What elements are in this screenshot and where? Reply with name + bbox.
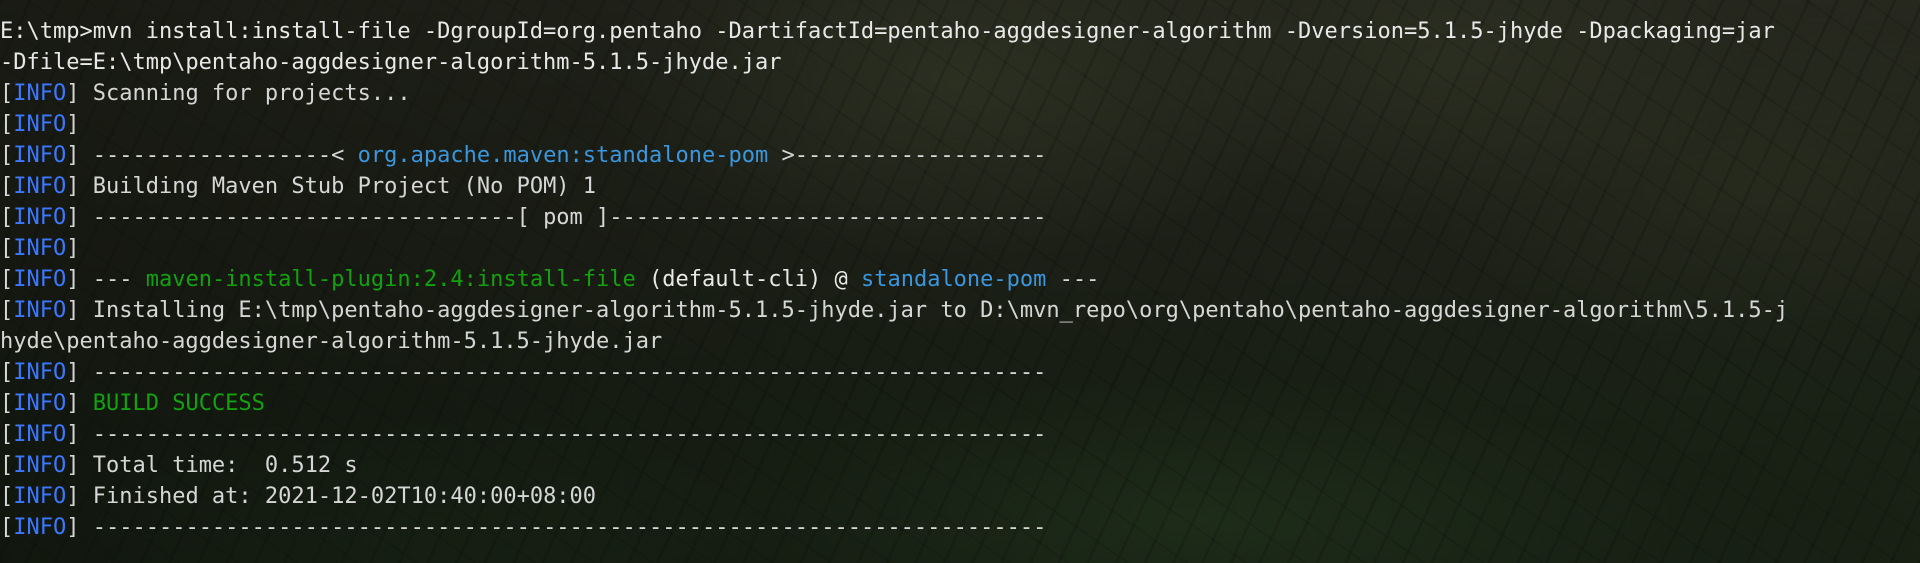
log-text: Finished at: 2021-12-02T10:40:00+08:00 [79,484,597,509]
info-tag: INFO [13,422,67,447]
bracket-close: ] [66,174,80,199]
log-text: --------------------------------[ pom ]-… [79,205,1047,230]
separator-left: ------------------< [79,143,358,168]
log-line-dashes: [INFO] ---------------------------------… [0,512,1920,543]
log-line-total-time: [INFO] Total time: 0.512 s [0,450,1920,481]
info-tag: INFO [13,81,67,106]
log-text: ----------------------------------------… [79,422,1047,447]
log-line-installing-continuation: hyde\pentaho-aggdesigner-algorithm-5.1.5… [0,329,663,354]
bracket-close: ] [66,205,80,230]
bracket-close: ] [66,267,80,292]
bracket-close: ] [66,298,80,323]
bracket-close: ] [66,81,80,106]
terminal-output[interactable]: E:\tmp>mvn install:install-file -DgroupI… [0,0,1920,563]
log-line-build-success: [INFO] BUILD SUCCESS [0,388,1920,419]
info-tag: INFO [13,236,67,261]
bracket-open: [ [0,267,14,292]
project-id: org.apache.maven:standalone-pom [357,143,769,168]
log-text: --- [79,267,146,292]
info-tag: INFO [13,174,67,199]
info-tag: INFO [13,484,67,509]
log-line-empty: [INFO] [0,233,1920,264]
bracket-open: [ [0,453,14,478]
info-tag: INFO [13,453,67,478]
info-tag: INFO [13,205,67,230]
bracket-open: [ [0,298,14,323]
log-line-finished-at: [INFO] Finished at: 2021-12-02T10:40:00+… [0,481,1920,512]
log-text: Scanning for projects... [79,81,411,106]
bracket-close: ] [66,112,80,137]
separator-right: >------------------- [768,143,1047,168]
info-tag: INFO [13,112,67,137]
bracket-close: ] [66,515,80,540]
log-line-pom: [INFO] --------------------------------[… [0,202,1920,233]
command-line-continuation: -Dfile=E:\tmp\pentaho-aggdesigner-algori… [0,50,782,75]
bracket-open: [ [0,360,14,385]
log-line-empty: [INFO] [0,109,1920,140]
log-line-plugin: [INFO] --- maven-install-plugin:2.4:inst… [0,264,1920,295]
info-tag: INFO [13,298,67,323]
bracket-close: ] [66,422,80,447]
log-line-project-header: [INFO] ------------------< org.apache.ma… [0,140,1920,171]
bracket-open: [ [0,422,14,447]
plugin-target: standalone-pom [860,267,1047,292]
bracket-open: [ [0,484,14,509]
build-success-status: BUILD SUCCESS [92,391,265,416]
info-tag: INFO [13,267,67,292]
info-tag: INFO [13,360,67,385]
bracket-open: [ [0,391,14,416]
bracket-open: [ [0,81,14,106]
bracket-open: [ [0,174,14,199]
log-text: --- [1046,267,1100,292]
bracket-close: ] [66,484,80,509]
bracket-open: [ [0,205,14,230]
bracket-close: ] [66,143,80,168]
info-tag: INFO [13,391,67,416]
bracket-close: ] [66,391,80,416]
log-text: Installing E:\tmp\pentaho-aggdesigner-al… [79,298,1789,323]
info-tag: INFO [13,143,67,168]
bracket-close: ] [66,236,80,261]
log-text: ----------------------------------------… [79,515,1047,540]
bracket-open: [ [0,236,14,261]
info-tag: INFO [13,515,67,540]
log-text: Total time: 0.512 s [79,453,358,478]
bracket-open: [ [0,143,14,168]
bracket-open: [ [0,112,14,137]
bracket-close: ] [66,360,80,385]
log-text: Building Maven Stub Project (No POM) 1 [79,174,597,199]
log-text: ----------------------------------------… [79,360,1047,385]
command-line: E:\tmp>mvn install:install-file -DgroupI… [0,19,1775,44]
log-line-dashes: [INFO] ---------------------------------… [0,357,1920,388]
bracket-open: [ [0,515,14,540]
log-text: (default-cli) @ [635,267,861,292]
log-line-scanning: [INFO] Scanning for projects... [0,78,1920,109]
log-line-installing: [INFO] Installing E:\tmp\pentaho-aggdesi… [0,295,1920,326]
log-line-building: [INFO] Building Maven Stub Project (No P… [0,171,1920,202]
log-line-dashes: [INFO] ---------------------------------… [0,419,1920,450]
plugin-name: maven-install-plugin:2.4:install-file [145,267,636,292]
bracket-close: ] [66,453,80,478]
